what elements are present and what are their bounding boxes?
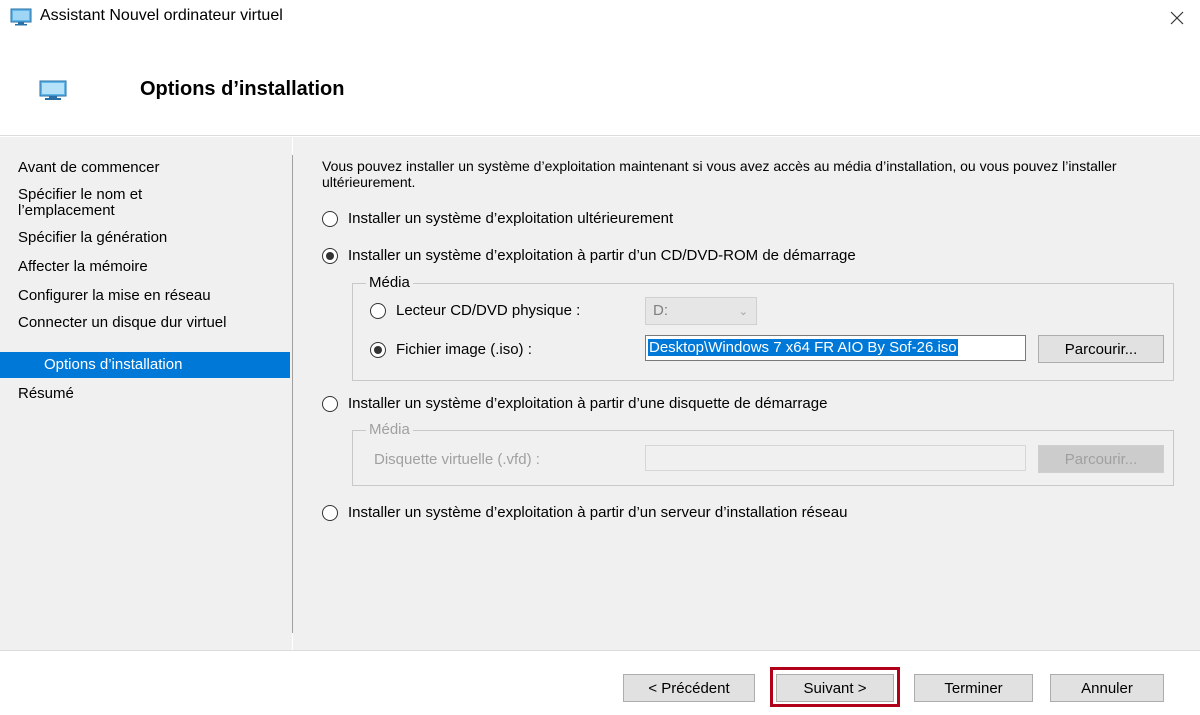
sidebar-item-resume[interactable]: Résumé	[0, 386, 290, 402]
radio-button[interactable]	[322, 504, 338, 521]
close-icon	[1170, 11, 1184, 25]
sidebar-item-reseau[interactable]: Configurer la mise en réseau	[0, 288, 290, 304]
wizard-header: Options d’installation	[0, 36, 1200, 136]
close-button[interactable]	[1154, 0, 1200, 36]
sidebar-item-nom-emplacement[interactable]: Spécifier le nom et l’emplacement	[0, 187, 200, 219]
chevron-down-icon: ⌄	[738, 306, 748, 318]
window-title: Assistant Nouvel ordinateur virtuel	[40, 7, 283, 24]
group-legend: Média	[366, 421, 413, 438]
radio-label: Installer un système d’exploitation à pa…	[348, 504, 848, 521]
next-button-highlight	[770, 667, 900, 707]
finish-button[interactable]: Terminer	[914, 674, 1033, 702]
sidebar-item-avant-de-commencer[interactable]: Avant de commencer	[0, 160, 290, 176]
radio-label: Fichier image (.iso) :	[396, 341, 532, 358]
virtual-machine-icon	[10, 8, 32, 26]
selected-drive: D:	[653, 302, 668, 319]
intro-text: Vous pouvez installer un système d’explo…	[322, 158, 1117, 190]
radio-label: Installer un système d’exploitation à pa…	[348, 247, 856, 264]
radio-button[interactable]	[370, 341, 386, 358]
physical-drive-select[interactable]: D: ⌄	[645, 297, 757, 325]
vfd-path-input[interactable]	[645, 445, 1026, 471]
radio-button[interactable]	[322, 210, 338, 227]
radio-install-network[interactable]: Installer un système d’exploitation à pa…	[322, 504, 847, 521]
radio-label: Installer un système d’exploitation à pa…	[348, 395, 828, 412]
vfd-label: Disquette virtuelle (.vfd) :	[374, 451, 540, 468]
cd-media-group	[352, 283, 1174, 381]
virtual-machine-icon	[39, 80, 67, 100]
radio-install-later[interactable]: Installer un système d’exploitation ulté…	[322, 210, 673, 227]
cancel-button[interactable]: Annuler	[1050, 674, 1164, 702]
browse-vfd-button[interactable]: Parcourir...	[1038, 445, 1164, 473]
radio-label: Installer un système d’exploitation ulté…	[348, 210, 674, 227]
page-title: Options d’installation	[140, 78, 345, 100]
title-bar: Assistant Nouvel ordinateur virtuel	[0, 0, 1200, 36]
radio-install-floppy[interactable]: Installer un système d’exploitation à pa…	[322, 395, 827, 412]
iso-path-value: Desktop\Windows 7 x64 FR AIO By Sof-26.i…	[648, 339, 958, 356]
radio-image-file[interactable]: Fichier image (.iso) :	[370, 341, 532, 358]
radio-button[interactable]	[322, 247, 338, 264]
radio-button[interactable]	[322, 395, 338, 412]
radio-label: Lecteur CD/DVD physique :	[396, 302, 581, 319]
radio-install-cd[interactable]: Installer un système d’exploitation à pa…	[322, 247, 856, 264]
browse-iso-button[interactable]: Parcourir...	[1038, 335, 1164, 363]
sidebar-item-generation[interactable]: Spécifier la génération	[0, 230, 290, 246]
sidebar-item-disque-dur[interactable]: Connecter un disque dur virtuel	[0, 315, 230, 331]
sidebar-item-options-installation[interactable]: Options d’installation	[0, 352, 290, 378]
iso-path-input[interactable]: Desktop\Windows 7 x64 FR AIO By Sof-26.i…	[645, 335, 1026, 361]
group-legend: Média	[366, 274, 413, 291]
sidebar-item-memoire[interactable]: Affecter la mémoire	[0, 259, 290, 275]
previous-button[interactable]: < Précédent	[623, 674, 755, 702]
radio-physical-drive[interactable]: Lecteur CD/DVD physique :	[370, 302, 580, 319]
radio-button[interactable]	[370, 302, 386, 319]
